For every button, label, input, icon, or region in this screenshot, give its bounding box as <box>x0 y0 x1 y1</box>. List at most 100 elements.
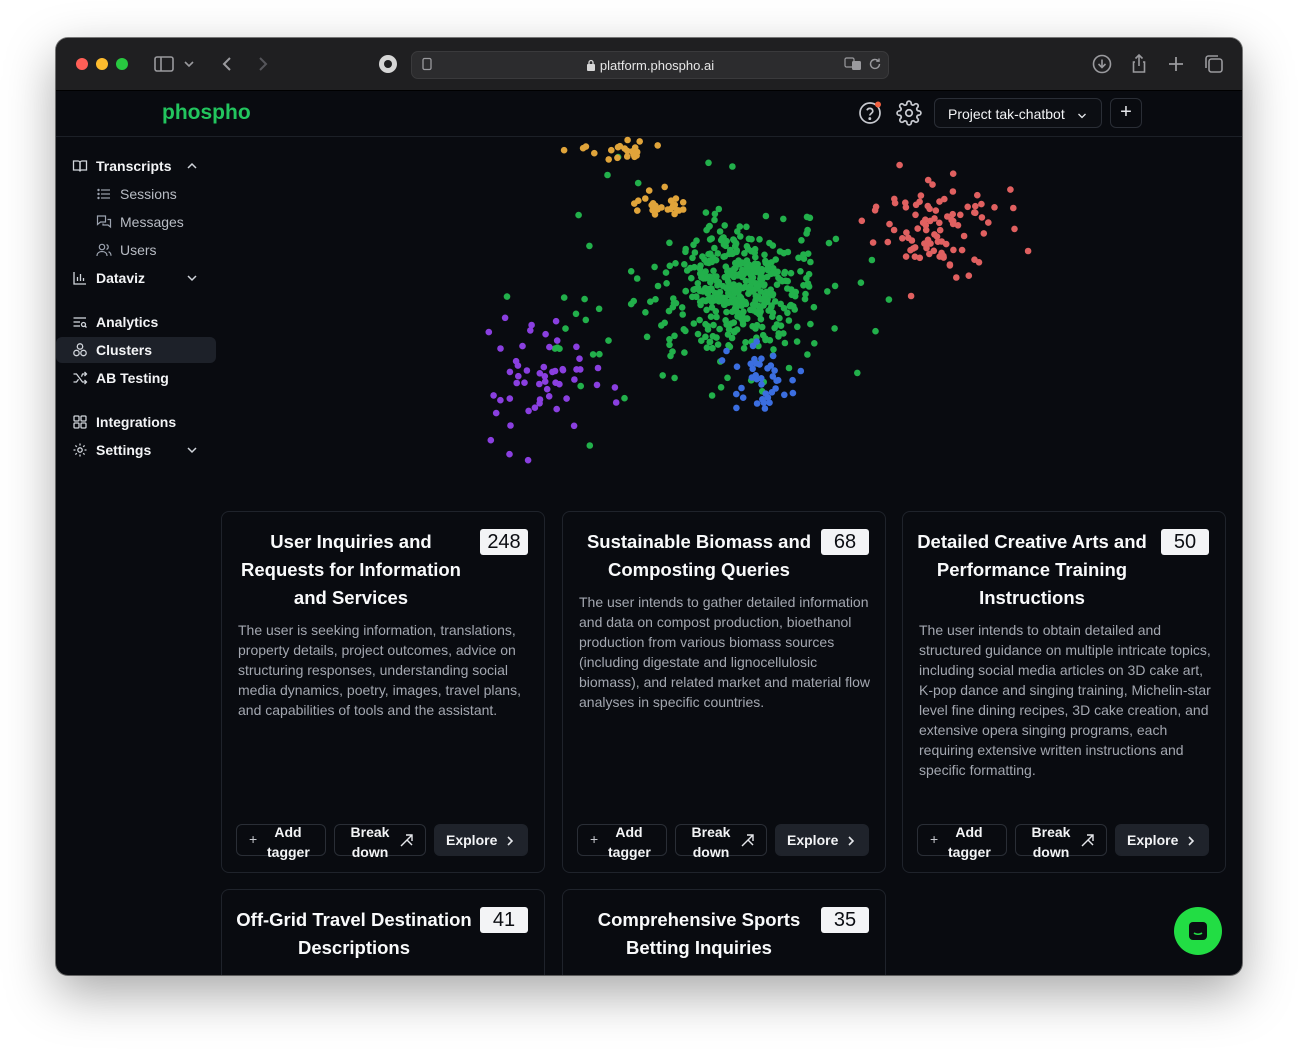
cluster-point[interactable] <box>946 261 954 268</box>
cluster-point[interactable] <box>777 322 785 329</box>
cluster-point[interactable] <box>774 376 782 384</box>
cluster-point[interactable] <box>743 223 750 231</box>
cluster-point[interactable] <box>733 363 741 370</box>
cluster-point[interactable] <box>726 271 733 278</box>
cluster-point[interactable] <box>735 257 742 264</box>
cluster-point[interactable] <box>630 148 638 155</box>
cluster-point[interactable] <box>922 216 929 223</box>
cluster-point[interactable] <box>666 262 674 270</box>
cluster-point[interactable] <box>721 222 728 229</box>
cluster-point[interactable] <box>506 450 513 458</box>
cluster-point[interactable] <box>750 301 758 308</box>
cluster-point[interactable] <box>651 263 658 271</box>
cluster-point[interactable] <box>771 324 778 332</box>
cluster-point[interactable] <box>760 399 768 407</box>
cluster-point[interactable] <box>630 297 637 305</box>
cluster-point[interactable] <box>608 146 615 154</box>
cluster-point[interactable] <box>699 253 706 260</box>
cluster-point[interactable] <box>497 345 504 352</box>
cluster-point[interactable] <box>702 209 710 216</box>
cluster-point[interactable] <box>965 272 973 279</box>
cluster-point[interactable] <box>991 204 998 211</box>
cluster-point[interactable] <box>743 257 751 264</box>
cluster-point[interactable] <box>528 321 535 329</box>
cluster-point[interactable] <box>1011 225 1018 233</box>
cluster-point[interactable] <box>730 328 738 335</box>
cluster-point[interactable] <box>736 293 744 300</box>
cluster-point[interactable] <box>857 279 865 286</box>
cluster-point[interactable] <box>772 256 779 263</box>
cluster-point[interactable] <box>757 315 765 323</box>
cluster-point[interactable] <box>974 191 981 199</box>
cluster-point[interactable] <box>623 153 631 160</box>
cluster-point[interactable] <box>624 136 631 144</box>
cluster-point[interactable] <box>541 378 549 385</box>
cluster-point[interactable] <box>694 280 702 287</box>
cluster-point[interactable] <box>631 200 638 207</box>
cluster-point[interactable] <box>805 283 813 290</box>
cluster-point[interactable] <box>671 374 678 382</box>
cluster-point[interactable] <box>949 188 957 195</box>
cluster-point[interactable] <box>936 198 943 205</box>
cluster-point[interactable] <box>723 308 730 316</box>
maximize-window-button[interactable] <box>116 58 128 70</box>
privacy-shield-icon[interactable] <box>376 52 400 76</box>
reload-icon[interactable] <box>868 57 882 71</box>
cluster-point[interactable] <box>868 256 876 264</box>
cluster-point[interactable] <box>912 211 919 219</box>
cluster-point[interactable] <box>713 273 720 280</box>
cluster-point[interactable] <box>728 334 736 342</box>
cluster-point[interactable] <box>562 325 569 332</box>
cluster-point[interactable] <box>753 375 761 383</box>
cluster-point[interactable] <box>1007 186 1014 193</box>
cluster-point[interactable] <box>654 142 661 149</box>
cluster-point[interactable] <box>683 267 691 274</box>
cluster-point[interactable] <box>784 277 791 285</box>
new-tab-icon[interactable] <box>1164 52 1188 76</box>
sidebar-item-settings[interactable]: Settings <box>56 437 216 463</box>
cluster-point[interactable] <box>708 304 716 311</box>
sidebar-item-clusters[interactable]: Clusters <box>56 337 216 363</box>
cluster-point[interactable] <box>907 292 915 300</box>
cluster-point[interactable] <box>869 239 877 246</box>
cluster-point[interactable] <box>715 205 723 213</box>
cluster-point[interactable] <box>667 205 675 213</box>
cluster-point[interactable] <box>971 256 978 263</box>
chevron-down-icon[interactable] <box>186 443 198 455</box>
cluster-point[interactable] <box>923 244 930 252</box>
cluster-point[interactable] <box>953 274 960 281</box>
cluster-point[interactable] <box>716 228 724 235</box>
cluster-point[interactable] <box>785 364 793 372</box>
cluster-point[interactable] <box>756 236 763 243</box>
sidebar-toggle-icon[interactable] <box>152 52 176 76</box>
cluster-point[interactable] <box>627 268 635 275</box>
cluster-point[interactable] <box>658 322 665 329</box>
cluster-point[interactable] <box>769 352 777 360</box>
cluster-point[interactable] <box>519 342 526 350</box>
minimize-window-button[interactable] <box>96 58 108 70</box>
cluster-point[interactable] <box>679 206 687 213</box>
cluster-point[interactable] <box>705 159 712 167</box>
cluster-point[interactable] <box>579 144 587 152</box>
cluster-point[interactable] <box>722 317 729 324</box>
cluster-point[interactable] <box>647 298 654 305</box>
cluster-point[interactable] <box>950 246 957 254</box>
cluster-point[interactable] <box>662 269 670 276</box>
tab-overview-icon[interactable] <box>1202 52 1226 76</box>
cluster-point[interactable] <box>776 248 784 255</box>
cluster-point[interactable] <box>487 436 495 444</box>
cluster-point[interactable] <box>492 409 500 417</box>
cluster-point[interactable] <box>899 235 906 242</box>
cluster-point[interactable] <box>563 395 570 402</box>
cluster-point[interactable] <box>515 372 522 380</box>
cluster-point[interactable] <box>614 143 622 151</box>
cluster-point[interactable] <box>1010 204 1017 212</box>
cluster-point[interactable] <box>978 214 986 221</box>
cluster-point[interactable] <box>681 349 688 356</box>
cluster-point[interactable] <box>591 149 598 157</box>
sidebar-item-ab-testing[interactable]: AB Testing <box>56 365 216 391</box>
cluster-point[interactable] <box>743 315 751 322</box>
cluster-point[interactable] <box>605 156 612 163</box>
cluster-point[interactable] <box>501 314 509 322</box>
cluster-point[interactable] <box>523 367 531 374</box>
